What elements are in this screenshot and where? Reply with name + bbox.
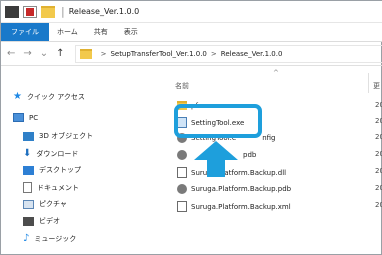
- ribbon-tabs: ファイル ホーム 共有 表示: [1, 23, 382, 42]
- nav-item-music[interactable]: ♪ ミュージック: [23, 233, 76, 244]
- up-arrow-icon[interactable]: ↑: [56, 48, 64, 59]
- highlight-box: [174, 104, 262, 138]
- breadcrumb-segment[interactable]: Release_Ver.1.0.0: [221, 50, 283, 58]
- nav-item-label: ピクチャ: [39, 200, 67, 208]
- file-date: 20: [375, 184, 382, 192]
- address-row: ← → ⌄ ↑ > SetupTransferTool_Ver.1.0.0 > …: [1, 42, 382, 66]
- star-icon: ★: [13, 91, 22, 102]
- picture-icon: [23, 199, 34, 209]
- forward-arrow-icon[interactable]: →: [23, 48, 31, 59]
- dll-file-icon: [177, 167, 187, 178]
- file-name: Suruga.Platform.Backup.pdb: [191, 185, 292, 193]
- nav-item-label: ビデオ: [39, 217, 60, 225]
- nav-item-3d-objects[interactable]: 3D オブジェクト: [23, 131, 93, 141]
- nav-item-pictures[interactable]: ピクチャ: [23, 199, 67, 209]
- video-icon: [23, 216, 34, 226]
- file-date: 20: [375, 133, 382, 141]
- cube-icon: [23, 131, 34, 141]
- xml-file-icon: [177, 201, 187, 212]
- title-separator: |: [61, 5, 65, 18]
- nav-item-videos[interactable]: ビデオ: [23, 216, 60, 226]
- column-header-date[interactable]: 更: [373, 81, 380, 91]
- column-header-name[interactable]: 名前: [175, 81, 189, 91]
- breadcrumb-arrow-icon: >: [210, 49, 217, 58]
- pointer-arrow-icon: [194, 141, 238, 177]
- nav-item-label: 3D オブジェクト: [39, 132, 94, 140]
- nav-item-desktop[interactable]: デスクトップ: [23, 165, 81, 175]
- nav-item-label: ダウンロード: [36, 149, 79, 158]
- navigation-pane: ★ クイック アクセス PC 3D オブジェクト ⬇ ダウンロード デスクトップ…: [1, 67, 161, 255]
- column-divider[interactable]: [368, 73, 369, 93]
- new-folder-icon[interactable]: [41, 5, 55, 18]
- list-item[interactable]: Suruga.Platform.Backup.pdb: [177, 184, 291, 194]
- chevron-down-icon[interactable]: ⌄: [40, 48, 48, 59]
- folder-icon: [79, 48, 92, 59]
- back-arrow-icon[interactable]: ←: [7, 48, 15, 59]
- list-item[interactable]: Suruga.Platform.Backup.xml: [177, 201, 291, 212]
- nav-item-label: ドキュメント: [37, 183, 79, 192]
- download-icon: ⬇: [23, 148, 32, 159]
- nav-item-label: クイック アクセス: [26, 92, 85, 101]
- tab-home[interactable]: ホーム: [49, 23, 86, 41]
- title-bar: | Release_Ver.1.0.0: [1, 1, 382, 23]
- window-menu-icon[interactable]: [5, 5, 19, 18]
- window-title: Release_Ver.1.0.0: [68, 7, 140, 16]
- pdb-file-icon: [177, 150, 187, 160]
- file-date: 20: [375, 201, 382, 209]
- properties-icon[interactable]: [23, 5, 37, 18]
- tab-share[interactable]: 共有: [86, 23, 116, 41]
- file-date: 20: [375, 117, 382, 125]
- file-date: 20: [375, 101, 382, 109]
- address-bar[interactable]: > SetupTransferTool_Ver.1.0.0 > Release_…: [74, 44, 382, 63]
- file-date: 20: [375, 167, 382, 175]
- file-name: Suruga.Platform.Backup.xml: [191, 202, 291, 211]
- document-icon: [23, 182, 32, 193]
- explorer-window: | Release_Ver.1.0.0 ファイル ホーム 共有 表示 ← → ⌄…: [0, 0, 382, 255]
- desktop-icon: [23, 165, 34, 175]
- file-name-fragment: nfig: [262, 134, 276, 142]
- nav-item-label: PC: [29, 113, 39, 122]
- nav-item-downloads[interactable]: ⬇ ダウンロード: [23, 148, 78, 159]
- pc-icon: [13, 113, 24, 122]
- nav-item-documents[interactable]: ドキュメント: [23, 182, 79, 193]
- file-date: 20: [375, 150, 382, 158]
- sort-arrow-icon: ^: [273, 69, 279, 77]
- tab-file[interactable]: ファイル: [1, 23, 49, 41]
- file-name-fragment: pdb: [243, 151, 257, 159]
- tab-view[interactable]: 表示: [116, 23, 146, 41]
- nav-item-pc[interactable]: PC: [13, 113, 38, 122]
- breadcrumb-segment[interactable]: SetupTransferTool_Ver.1.0.0: [110, 50, 206, 58]
- breadcrumb-arrow-icon: >: [100, 49, 107, 58]
- nav-item-label: デスクトップ: [39, 166, 81, 174]
- nav-item-quick-access[interactable]: ★ クイック アクセス: [13, 91, 85, 102]
- music-icon: ♪: [23, 233, 30, 244]
- pdb-file-icon: [177, 184, 187, 194]
- nav-item-label: ミュージック: [34, 234, 77, 243]
